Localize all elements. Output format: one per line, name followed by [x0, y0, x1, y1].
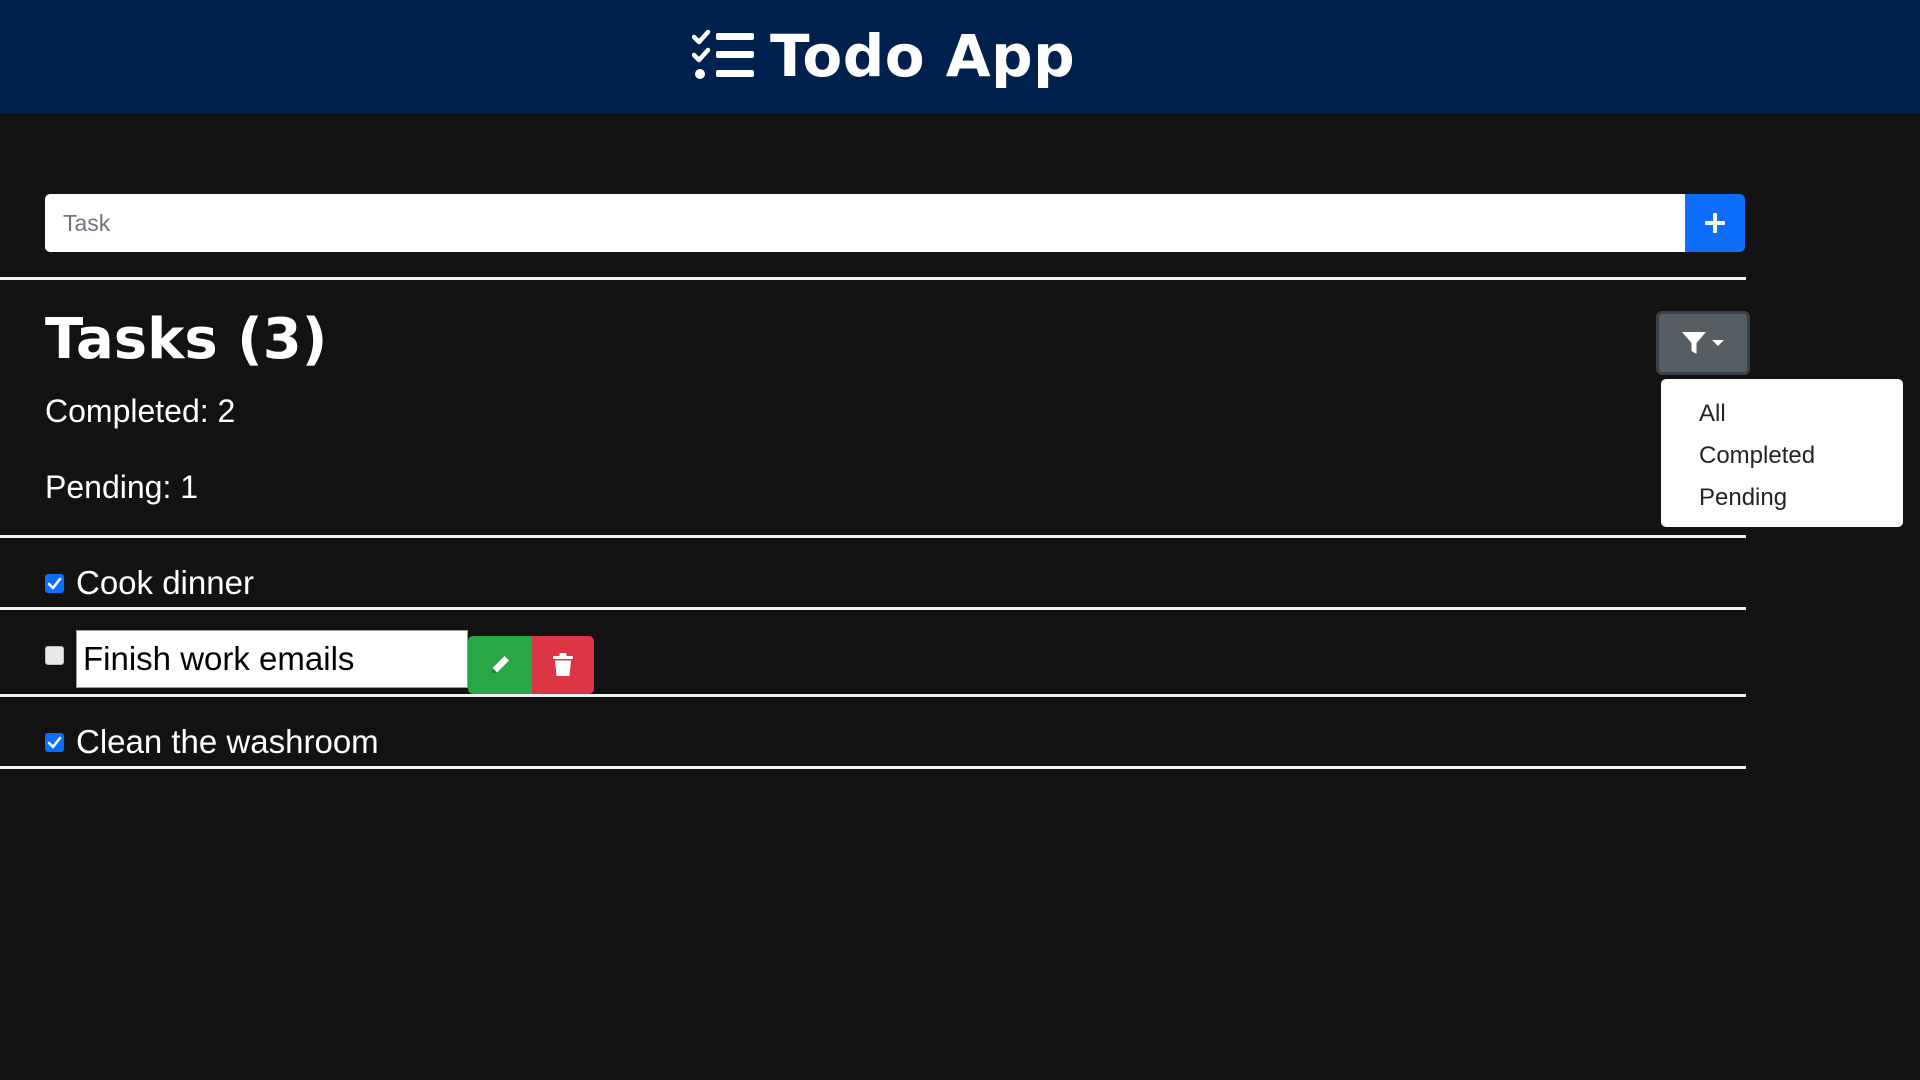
caret-down-icon [1712, 340, 1724, 346]
task-checkbox[interactable] [45, 573, 64, 593]
navbar: Todo App [0, 0, 1920, 113]
pencil-icon [491, 656, 509, 674]
task-checkbox[interactable] [45, 646, 64, 665]
new-task-input-group [45, 194, 1745, 252]
add-task-button[interactable] [1685, 194, 1745, 252]
divider [0, 607, 1746, 610]
task-item: Clean the washroom [45, 722, 379, 762]
task-item: Cook dinner [45, 563, 254, 603]
filter-icon [1682, 332, 1706, 354]
task-label: Cook dinner [76, 564, 254, 601]
task-item-editing [45, 630, 594, 694]
list-check-icon [692, 30, 754, 79]
divider [0, 766, 1746, 769]
brand: Todo App [692, 18, 1075, 94]
divider [0, 694, 1746, 697]
trash-icon [553, 653, 573, 676]
divider [0, 277, 1746, 280]
filter-dropdown-button[interactable] [1656, 311, 1750, 375]
app-title: Todo App [770, 22, 1076, 90]
check-icon [47, 736, 62, 748]
pending-count: Pending: 1 [45, 469, 199, 505]
filter-dropdown-menu: All Completed Pending [1661, 379, 1903, 527]
task-checkbox[interactable] [45, 732, 64, 752]
completed-count: Completed: 2 [45, 393, 236, 429]
tasks-heading: Tasks (3) [45, 307, 328, 372]
check-icon [47, 577, 62, 589]
task-input[interactable] [45, 194, 1685, 252]
task-edit-input[interactable] [76, 630, 468, 688]
save-task-button[interactable] [468, 636, 532, 694]
plus-icon [1705, 213, 1725, 233]
filter-option-completed[interactable]: Completed [1661, 435, 1903, 477]
delete-task-button[interactable] [532, 636, 594, 694]
divider [0, 535, 1746, 538]
task-label: Clean the washroom [76, 723, 379, 760]
filter-option-all[interactable]: All [1661, 393, 1903, 435]
filter-option-pending[interactable]: Pending [1661, 477, 1903, 519]
